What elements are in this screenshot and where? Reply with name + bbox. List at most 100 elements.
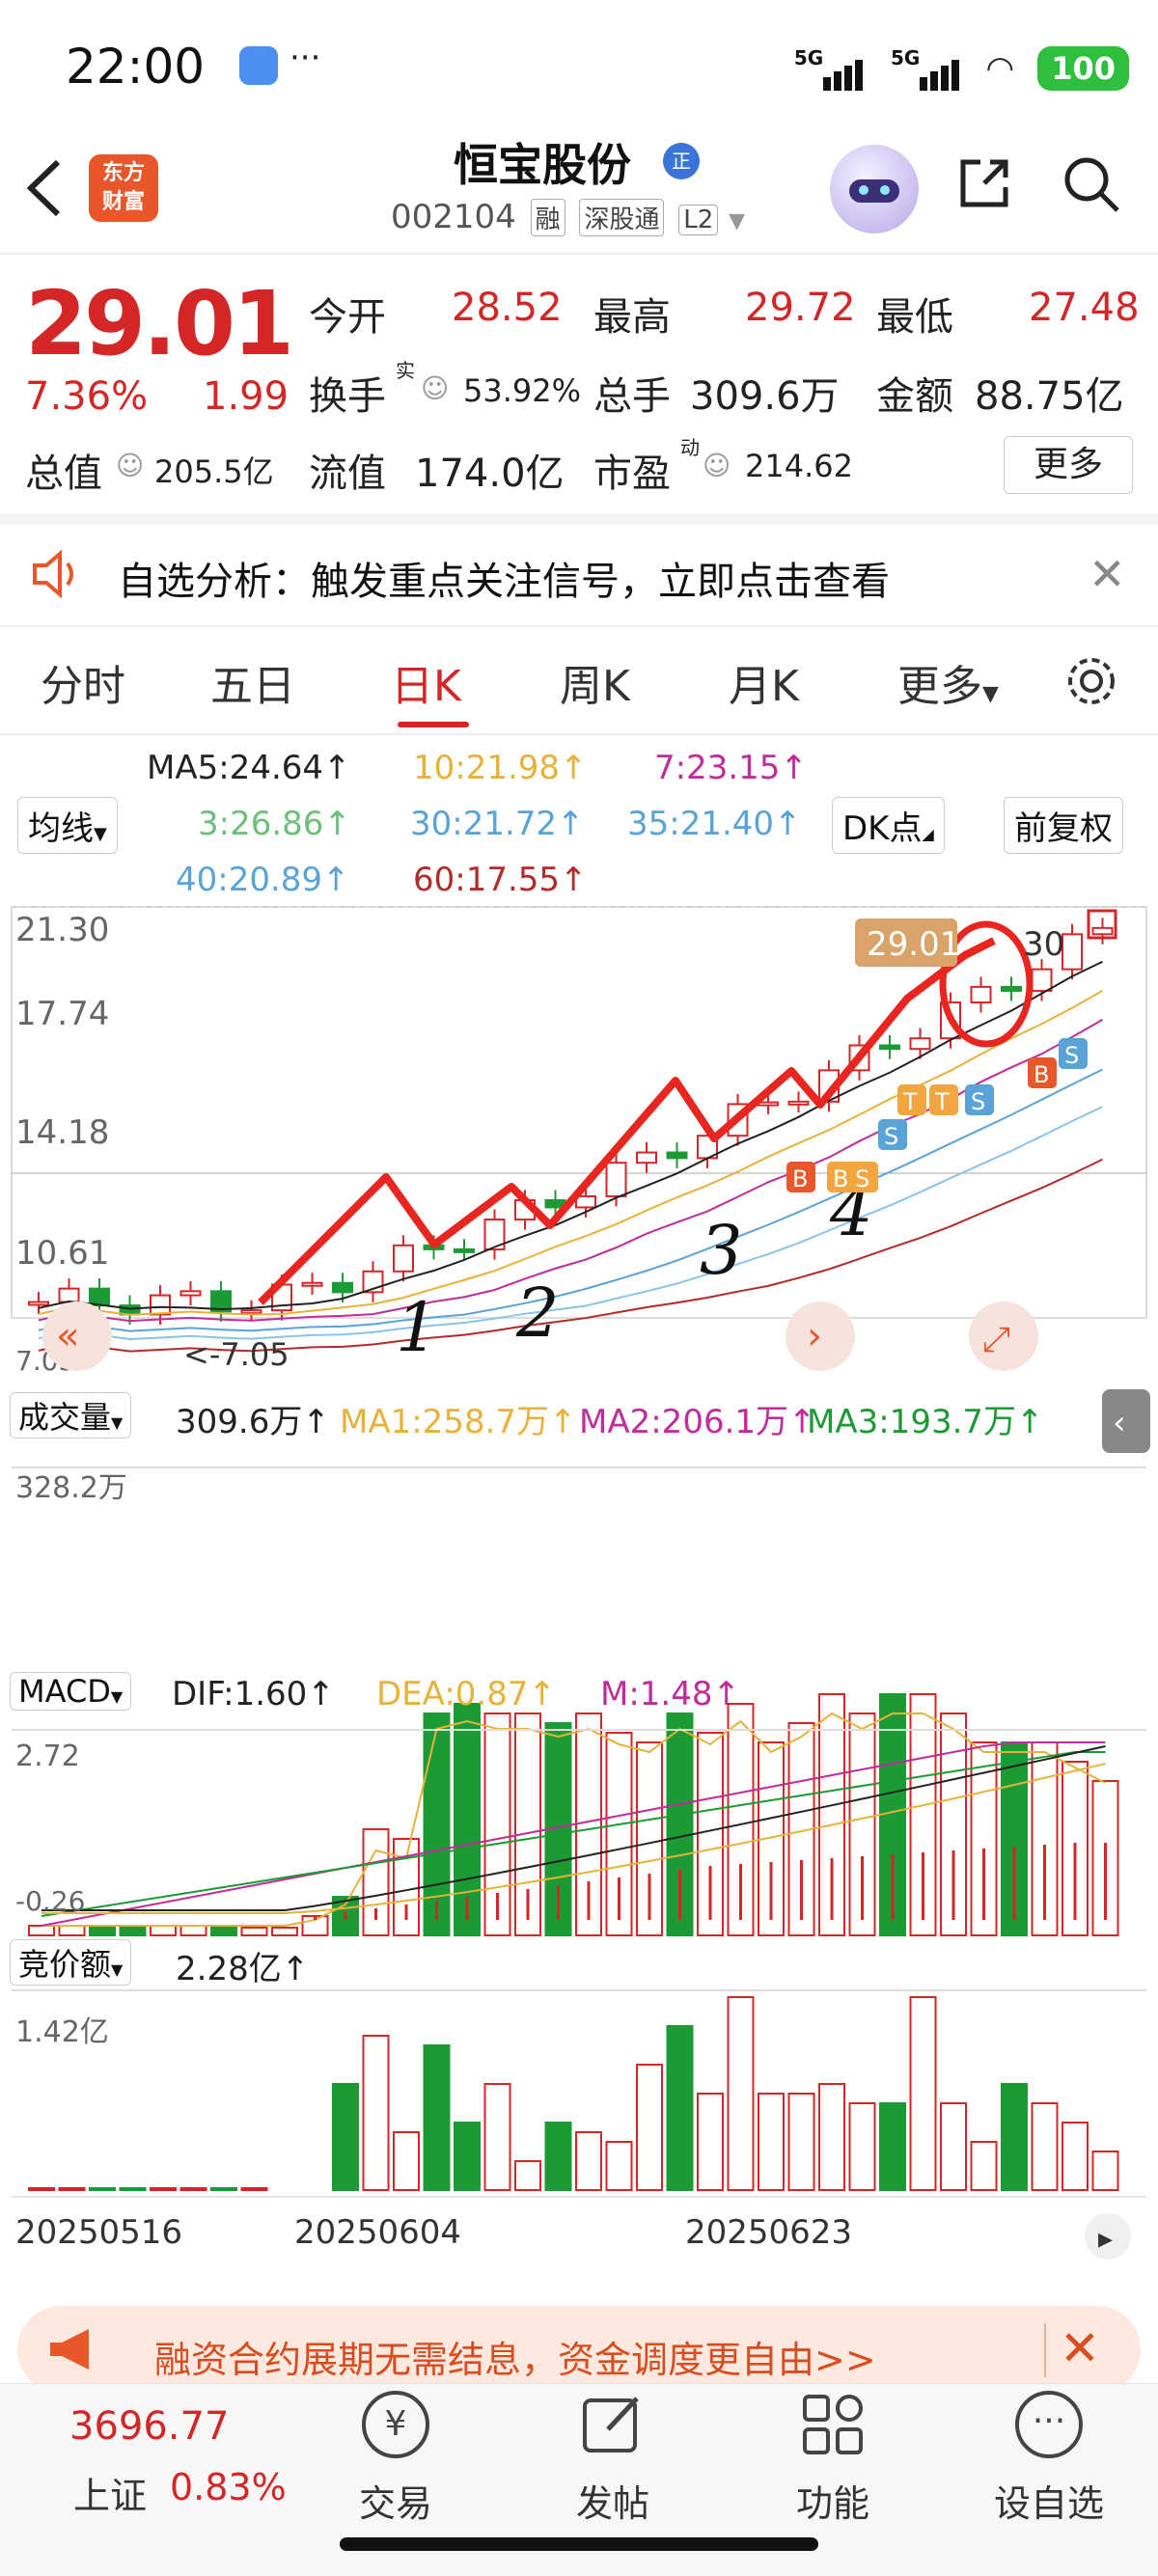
dropdown-triangle-icon: ▼ — [111, 1960, 124, 1979]
macd-y-top: 2.72 — [15, 1740, 80, 1773]
candle-body — [1062, 933, 1083, 971]
auction-bar — [423, 2044, 451, 2191]
index-value[interactable]: 3696.77 — [69, 2404, 229, 2449]
mktcap-label: 总值 — [25, 452, 102, 496]
dk-signal-text: B — [833, 1165, 848, 1192]
volume-select[interactable]: 成交量▼ — [10, 1392, 132, 1439]
stock-badge: 正 — [663, 143, 700, 179]
tab-week-k[interactable]: 周K — [560, 651, 630, 713]
auction-bar — [179, 2187, 207, 2191]
auction-bar — [848, 2102, 876, 2191]
kline-chart[interactable]: 1 23 4 21.30 17.74 14.18 10.61 7.05 <-7.05… — [0, 897, 1158, 2287]
dk-signal-text: T — [934, 1088, 950, 1115]
tab-intraday[interactable]: 分时 — [41, 651, 125, 713]
add-watchlist-icon[interactable]: ··· — [1015, 2391, 1083, 2458]
double-left-arrow-icon: « — [56, 1314, 79, 1358]
stock-name[interactable]: 恒宝股份 — [454, 130, 631, 194]
nav-watchlist-label[interactable]: 设自选 — [972, 2474, 1126, 2527]
ma7-label: 7:23.15↑ — [654, 749, 808, 787]
mktcap-info-icon[interactable]: ☺ — [116, 450, 144, 481]
ma-select[interactable]: 均线▼ — [17, 797, 118, 854]
y-tick-1: 21.30 — [15, 911, 109, 949]
dk-signal-text: S — [971, 1088, 985, 1115]
tab-five-day[interactable]: 五日 — [210, 651, 295, 713]
volume-label: 总手 — [593, 374, 671, 419]
high-label: 最高 — [593, 295, 671, 340]
candle-body — [58, 1287, 80, 1303]
auction-bar — [1001, 2083, 1028, 2191]
auction-bar — [758, 2093, 785, 2191]
app-notification-icon — [239, 46, 278, 85]
volume-value: 309.6万 — [690, 374, 840, 419]
amount-value: 88.75亿 — [975, 374, 1124, 419]
candle-body — [1091, 926, 1114, 936]
pe-label: 市盈 — [593, 452, 671, 496]
more-notifications-icon: ··· — [290, 39, 321, 77]
post-icon[interactable] — [579, 2391, 647, 2458]
auction-select[interactable]: 竞价额▼ — [10, 1939, 132, 1986]
candle-body — [179, 1290, 202, 1297]
macd-select[interactable]: MACD▼ — [10, 1672, 132, 1711]
ad-close-icon[interactable]: ✕ — [1060, 2320, 1100, 2376]
search-icon[interactable] — [1062, 154, 1121, 214]
high-value: 29.72 — [745, 286, 856, 330]
functions-grid-icon[interactable] — [799, 2391, 867, 2458]
info-icon[interactable]: ☺ — [421, 372, 449, 404]
alert-text[interactable]: 自选分析：触发重点关注信号，立即点击查看 — [118, 550, 890, 606]
close-icon[interactable]: ✕ — [1089, 548, 1126, 600]
trade-icon[interactable]: ¥ — [362, 2391, 429, 2458]
float-value: 174.0亿 — [415, 452, 565, 496]
megaphone-icon — [50, 2329, 89, 2370]
divider — [1044, 2323, 1046, 2377]
candle-body — [28, 1301, 49, 1306]
x-date-1: 20250516 — [15, 2213, 182, 2252]
adjust-select[interactable]: 前复权 — [1004, 797, 1123, 854]
auction-bar — [210, 2187, 237, 2191]
auction-bar — [605, 2141, 633, 2191]
dk-signal-text: B — [1034, 1061, 1049, 1088]
tab-month-k[interactable]: 月K — [729, 651, 799, 713]
signal-icon-2 — [920, 52, 962, 91]
dropdown-triangle-icon: ◢ — [922, 825, 934, 843]
auction-pane-divider — [12, 1989, 1146, 1991]
share-icon[interactable] — [955, 154, 1013, 212]
tab-day-k[interactable]: 日K — [391, 651, 461, 713]
y-tick-3: 14.18 — [15, 1113, 109, 1152]
auction-bar — [575, 2131, 602, 2191]
dk-select[interactable]: DK点◢ — [832, 797, 945, 854]
right-tag-text: 30 — [1023, 925, 1064, 964]
index-name[interactable]: 上证 — [73, 2466, 147, 2519]
auction-select-label: 竞价额 — [18, 1946, 112, 1983]
side-panel-tab[interactable] — [1102, 1389, 1150, 1453]
pe-info-icon[interactable]: ☺ — [703, 450, 731, 481]
stock-code: 002104 — [391, 198, 516, 236]
index-pct[interactable]: 0.83% — [170, 2466, 287, 2508]
auction-bar — [940, 2102, 967, 2191]
stock-code-row[interactable]: 002104 融 深股通 L2 ▼ — [391, 198, 745, 236]
nav-post-label[interactable]: 发帖 — [536, 2474, 690, 2527]
dropdown-triangle-icon: ▼ — [94, 824, 107, 844]
float-label: 流值 — [309, 452, 386, 496]
auction-bar — [58, 2187, 86, 2191]
dk-signal-text: T — [902, 1088, 918, 1115]
more-button[interactable]: 更多 — [1004, 436, 1133, 494]
network-label-1: 5G — [793, 46, 824, 69]
ai-assistant-icon[interactable] — [830, 145, 919, 233]
min-price-label: <-7.05 — [183, 1336, 290, 1373]
volume-ma1: MA1:258.7万↑ — [340, 1403, 577, 1441]
tab-more[interactable]: 更多▼ — [897, 651, 999, 713]
nav-trade-label[interactable]: 交易 — [318, 2474, 473, 2527]
current-price: 29.01 — [25, 272, 294, 375]
ma60-label: 60:17.55↑ — [413, 861, 588, 899]
open-label: 今开 — [309, 295, 386, 340]
auction-bars — [12, 1989, 1146, 2191]
ad-text[interactable]: 融资合约展期无需结息，资金调度更自由>> — [154, 2330, 876, 2383]
back-arrow-icon[interactable] — [21, 154, 69, 222]
dk-signal-text: S — [1064, 1042, 1079, 1069]
divider — [0, 253, 1158, 255]
settings-gear-icon[interactable] — [1062, 651, 1121, 711]
nav-functions-label[interactable]: 功能 — [756, 2474, 910, 2527]
auction-bar — [1091, 2151, 1119, 2191]
candle-body — [1001, 985, 1022, 993]
auction-bar — [150, 2187, 177, 2191]
